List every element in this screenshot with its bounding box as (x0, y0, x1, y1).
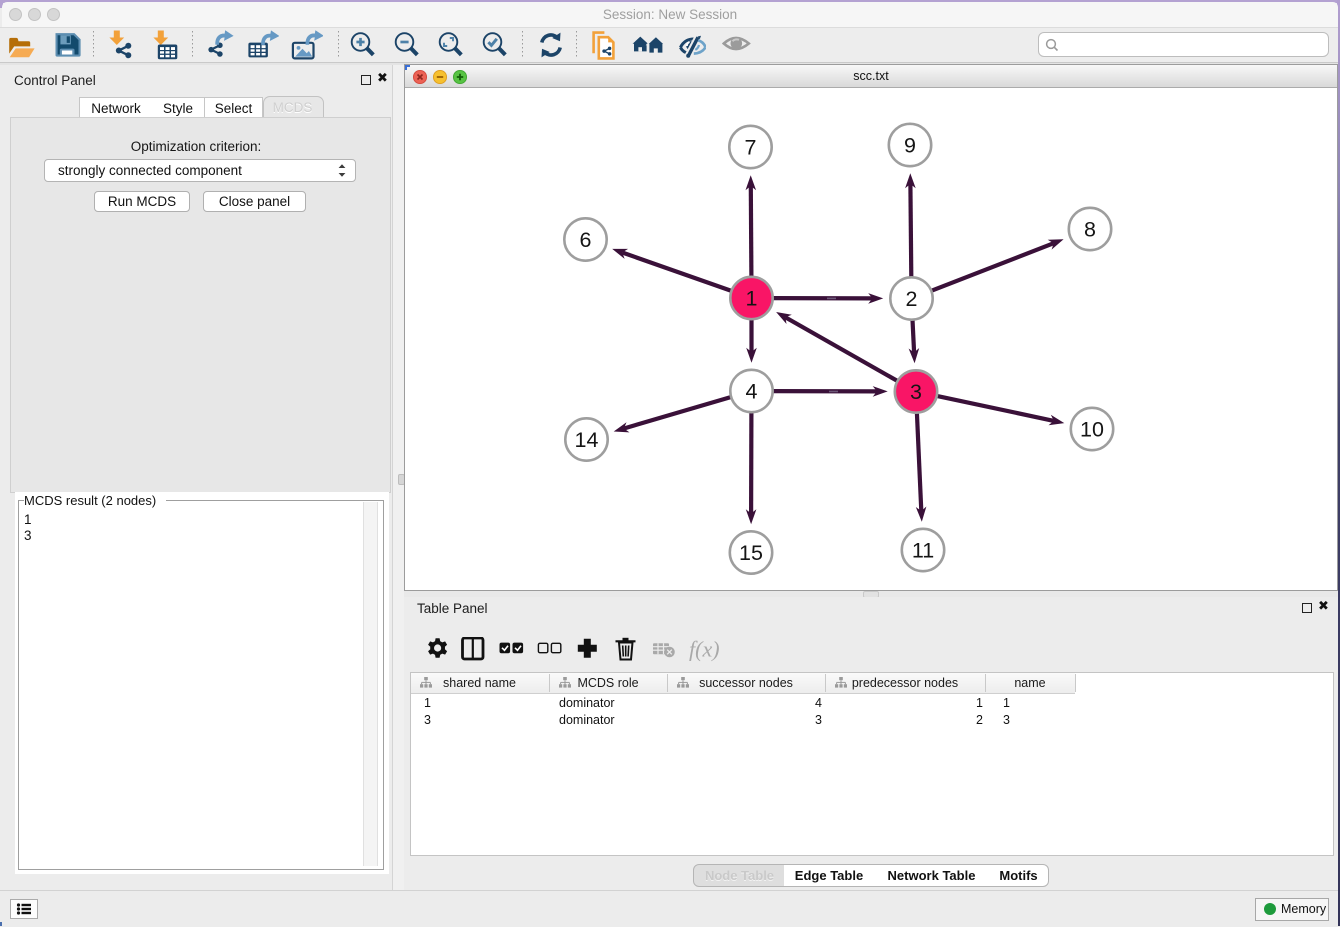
svg-text:7: 7 (745, 136, 757, 160)
svg-text:6: 6 (580, 228, 592, 252)
svg-text:10: 10 (1080, 418, 1104, 442)
svg-text:14: 14 (575, 428, 599, 452)
svg-text:8: 8 (1084, 218, 1096, 242)
svg-text:11: 11 (912, 539, 934, 563)
svg-text:2: 2 (906, 287, 918, 311)
svg-text:9: 9 (904, 134, 916, 158)
svg-text:15: 15 (739, 541, 763, 565)
svg-text:1: 1 (746, 287, 758, 311)
svg-text:4: 4 (746, 380, 758, 404)
svg-text:f(x): f(x) (689, 637, 720, 662)
svg-text:3: 3 (910, 380, 922, 404)
